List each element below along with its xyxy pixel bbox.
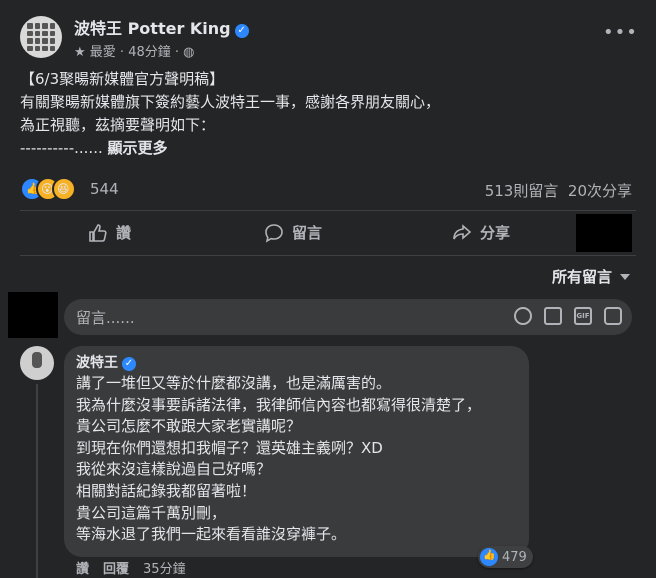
globe-icon: ◍ — [183, 45, 195, 60]
emoji-icon[interactable] — [514, 307, 532, 325]
post-line-2: 有關聚暘新媒體旗下簽約藝人波特王一事，感謝各界朋友關心， — [20, 93, 441, 111]
thread-line — [36, 384, 38, 578]
like-button-label: 讚 — [116, 224, 132, 242]
post-line-4: ----------...... 顯示更多 — [20, 137, 440, 160]
comment-author-name[interactable]: 波特王 — [76, 355, 118, 371]
like-button[interactable]: 讚 — [88, 222, 131, 243]
share-button-label: 分享 — [480, 224, 511, 242]
post-meta: ★ 最愛 · 48分鐘 · ◍ — [74, 41, 195, 60]
page-avatar[interactable] — [20, 16, 62, 58]
post-author-name[interactable]: 波特王 Potter King — [74, 19, 231, 38]
divider — [20, 255, 636, 256]
post-stats: 513則留言 20次分享 — [485, 180, 632, 201]
comment-icon — [265, 223, 283, 243]
post-meta-text[interactable]: 最愛 · 48分鐘 · — [90, 45, 179, 60]
comment-input[interactable]: 留言...... GIF — [64, 299, 632, 335]
show-more-link[interactable]: 顯示更多 — [108, 139, 168, 157]
verified-icon: ✓ — [122, 357, 136, 371]
commenter-avatar[interactable] — [20, 346, 54, 380]
like-icon — [89, 223, 107, 242]
post-line-3: 為正視聽，茲摘要聲明如下： — [20, 116, 216, 134]
caret-down-icon — [620, 274, 630, 280]
share-icon — [453, 223, 472, 240]
reaction-count[interactable]: 544 — [90, 180, 119, 198]
comment-button-label: 留言 — [292, 224, 323, 242]
comment-sort-label: 所有留言 — [551, 268, 612, 286]
gif-icon[interactable]: GIF — [574, 307, 592, 325]
comment-like-badge[interactable]: 479 — [478, 546, 533, 568]
comment-actions: 讚回覆 35分鐘 — [76, 558, 186, 577]
haha-reaction-icon — [52, 177, 76, 201]
user-avatar-redacted — [8, 292, 58, 338]
comment-text: 講了一堆但又等於什麼都沒講，也是滿厲害的。 我為什麼沒事要訴諸法律，我律師信內容… — [76, 374, 482, 544]
verified-icon: ✓ — [234, 24, 249, 38]
post-line-1: 【6/3聚暘新媒體官方聲明稿】 — [20, 70, 225, 88]
post-author[interactable]: 波特王 Potter King ✓ — [74, 15, 249, 39]
comment-like-count: 479 — [502, 549, 527, 565]
redacted-box — [576, 214, 632, 252]
comment-reply-link[interactable]: 回覆 — [103, 562, 129, 577]
composer-icons: GIF — [514, 307, 622, 325]
sticker-icon[interactable] — [604, 307, 622, 325]
comment-author[interactable]: 波特王 ✓ — [76, 352, 136, 372]
share-button[interactable]: 分享 — [452, 222, 510, 243]
share-count[interactable]: 20次分享 — [568, 182, 632, 200]
comment-button[interactable]: 留言 — [264, 222, 322, 243]
like-reaction-icon — [480, 548, 498, 566]
comment-bubble: 波特王 ✓ 講了一堆但又等於什麼都沒講，也是滿厲害的。 我為什麼沒事要訴諸法律，我… — [64, 346, 529, 557]
more-icon[interactable]: ••• — [603, 22, 638, 43]
comment-time[interactable]: 35分鐘 — [143, 562, 186, 577]
camera-icon[interactable] — [544, 307, 562, 325]
comment-sort-dropdown[interactable]: 所有留言 — [552, 266, 630, 287]
post-ellipsis: ----------...... — [20, 139, 103, 157]
post-body: 【6/3聚暘新媒體官方聲明稿】有關聚暘新媒體旗下簽約藝人波特王一事，感謝各界朋友… — [20, 68, 440, 160]
star-icon: ★ — [74, 45, 86, 60]
comment-like-link[interactable]: 讚 — [76, 562, 89, 577]
comment-input-placeholder: 留言...... — [76, 309, 135, 327]
divider — [20, 210, 636, 211]
comment-count[interactable]: 513則留言 — [485, 182, 559, 200]
